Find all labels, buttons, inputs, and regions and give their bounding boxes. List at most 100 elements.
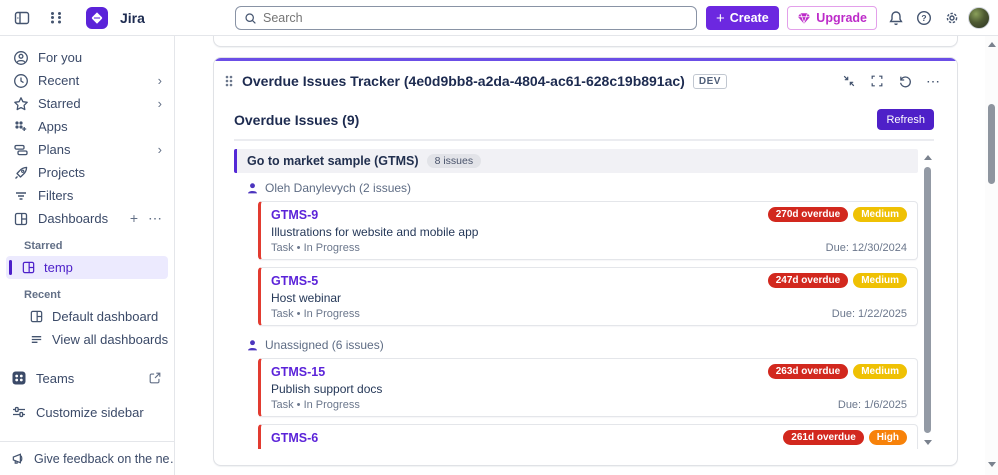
issue-count-badge: 8 issues (427, 154, 482, 168)
sidebar-item-teams[interactable]: Teams (0, 365, 174, 391)
issue-type-status: Task • In Progress (271, 308, 360, 320)
assignee-group-header: Unassigned (6 issues) (246, 337, 918, 353)
teams-icon (11, 370, 27, 386)
refresh-history-icon[interactable] (895, 71, 915, 91)
scroll-up-arrow[interactable] (988, 42, 996, 47)
sidebar-item-view-all-dashboards[interactable]: View all dashboards (0, 328, 174, 351)
sidebar-item-recent[interactable]: Recent › (0, 69, 174, 92)
star-icon (13, 96, 29, 112)
issue-due-date: Due: 1/6/2025 (838, 399, 907, 411)
issue-due-date: Due: 1/22/2025 (832, 308, 907, 320)
give-feedback-button[interactable]: Give feedback on the ne… (0, 441, 174, 475)
overdue-badge: 263d overdue (768, 364, 848, 379)
person-circle-icon (13, 50, 29, 66)
svg-text:?: ? (921, 13, 926, 23)
issue-card-gtms-5[interactable]: GTMS-5 247d overdue Medium Host webinar … (258, 267, 918, 326)
overdue-issues-gadget: Overdue Issues Tracker (4e0d9bb8-a2da-48… (213, 57, 958, 466)
list-lines-icon (28, 332, 44, 348)
page-scrollbar[interactable] (985, 36, 998, 475)
megaphone-icon (11, 451, 26, 466)
sidebar-item-plans[interactable]: Plans › (0, 138, 174, 161)
gem-icon (797, 12, 811, 25)
sidebar-item-apps[interactable]: Apps (0, 115, 174, 138)
chevron-right-icon[interactable]: › (158, 142, 164, 157)
sidebar-item-temp-dashboard[interactable]: temp (6, 256, 168, 279)
more-options-icon[interactable]: ⋯ (923, 71, 943, 91)
notifications-icon[interactable] (884, 6, 908, 30)
settings-gear-icon[interactable] (940, 6, 964, 30)
overdue-badge: 247d overdue (768, 273, 848, 288)
plans-icon (13, 142, 29, 158)
issue-key-link[interactable]: GTMS-9 (271, 208, 318, 222)
rocket-icon (13, 165, 29, 181)
divider (234, 139, 934, 141)
help-icon[interactable]: ? (912, 6, 936, 30)
issue-card-gtms-9[interactable]: GTMS-9 270d overdue Medium Illustrations… (258, 201, 918, 260)
dashboard-icon (13, 211, 29, 227)
sidebar-item-starred[interactable]: Starred › (0, 92, 174, 115)
sidebar: For you Recent › Starred › Apps (0, 36, 175, 475)
sidebar-item-for-you[interactable]: For you (0, 46, 174, 69)
dashboards-more-icon[interactable]: ⋯ (148, 210, 162, 227)
issue-card-gtms-15[interactable]: GTMS-15 263d overdue Medium Publish supp… (258, 358, 918, 417)
filter-lines-icon (13, 188, 29, 204)
person-icon (246, 182, 259, 195)
scroll-up-arrow[interactable] (924, 155, 932, 160)
sidebar-item-projects[interactable]: Projects (0, 161, 174, 184)
sidebar-item-dashboards[interactable]: Dashboards + ⋯ (0, 207, 174, 230)
user-avatar[interactable] (968, 7, 990, 29)
sliders-icon (11, 404, 27, 420)
top-bar: Jira + Create Upgrade ? (0, 0, 998, 36)
scroll-down-arrow[interactable] (924, 440, 932, 445)
search-input[interactable] (263, 11, 688, 25)
refresh-button[interactable]: Refresh (877, 109, 934, 130)
overdue-badge: 261d overdue (783, 430, 863, 445)
issue-due-date: Due: 12/30/2024 (826, 242, 907, 254)
issue-summary: Publish support docs (271, 382, 907, 396)
issues-list-scrollbar[interactable] (922, 151, 934, 449)
search-icon (244, 12, 257, 25)
project-group-header: Go to market sample (GTMS) 8 issues (234, 149, 918, 173)
chevron-right-icon[interactable]: › (158, 96, 164, 111)
jira-logo[interactable] (86, 7, 108, 29)
priority-badge: Medium (853, 273, 907, 288)
external-link-icon (148, 371, 162, 385)
issue-summary: Host webinar (271, 291, 907, 305)
panel-title: Overdue Issues (9) (234, 112, 359, 128)
priority-badge: High (869, 430, 907, 445)
selected-indicator (9, 260, 12, 275)
issue-type-status: Task • In Progress (271, 242, 360, 254)
create-button[interactable]: + Create (706, 6, 779, 30)
app-switcher-icon[interactable] (44, 6, 68, 30)
person-icon (246, 339, 259, 352)
collapse-icon[interactable] (839, 71, 859, 91)
fullscreen-icon[interactable] (867, 71, 887, 91)
scrollbar-thumb[interactable] (924, 167, 931, 433)
drag-handle-icon[interactable] (224, 74, 234, 88)
issue-type-status: Task • In Progress (271, 399, 360, 411)
issue-key-link[interactable]: GTMS-6 (271, 431, 318, 445)
sidebar-toggle-icon[interactable] (10, 6, 34, 30)
dashboard-icon (28, 309, 44, 325)
sidebar-item-default-dashboard[interactable]: Default dashboard (0, 305, 174, 328)
issue-key-link[interactable]: GTMS-15 (271, 365, 325, 379)
issue-card-gtms-6[interactable]: GTMS-6 261d overdue High Create position… (258, 424, 918, 449)
priority-badge: Medium (853, 364, 907, 379)
dashboard-content: Overdue Issues Tracker (4e0d9bb8-a2da-48… (175, 36, 998, 475)
app-name: Jira (120, 10, 145, 26)
add-dashboard-icon[interactable]: + (130, 210, 138, 227)
issue-key-link[interactable]: GTMS-5 (271, 274, 318, 288)
customize-sidebar-button[interactable]: Customize sidebar (0, 399, 174, 425)
previous-gadget-partial (213, 36, 958, 47)
scroll-down-arrow[interactable] (988, 462, 996, 467)
project-group-name: Go to market sample (GTMS) (247, 154, 419, 168)
scrollbar-thumb[interactable] (988, 104, 995, 184)
issue-summary: Illustrations for website and mobile app (271, 225, 907, 239)
clock-icon (13, 73, 29, 89)
search-bar[interactable] (235, 6, 697, 30)
sidebar-item-filters[interactable]: Filters (0, 184, 174, 207)
starred-section-heading: Starred (0, 230, 174, 256)
upgrade-button[interactable]: Upgrade (787, 6, 877, 30)
priority-badge: Medium (853, 207, 907, 222)
chevron-right-icon[interactable]: › (158, 73, 164, 88)
